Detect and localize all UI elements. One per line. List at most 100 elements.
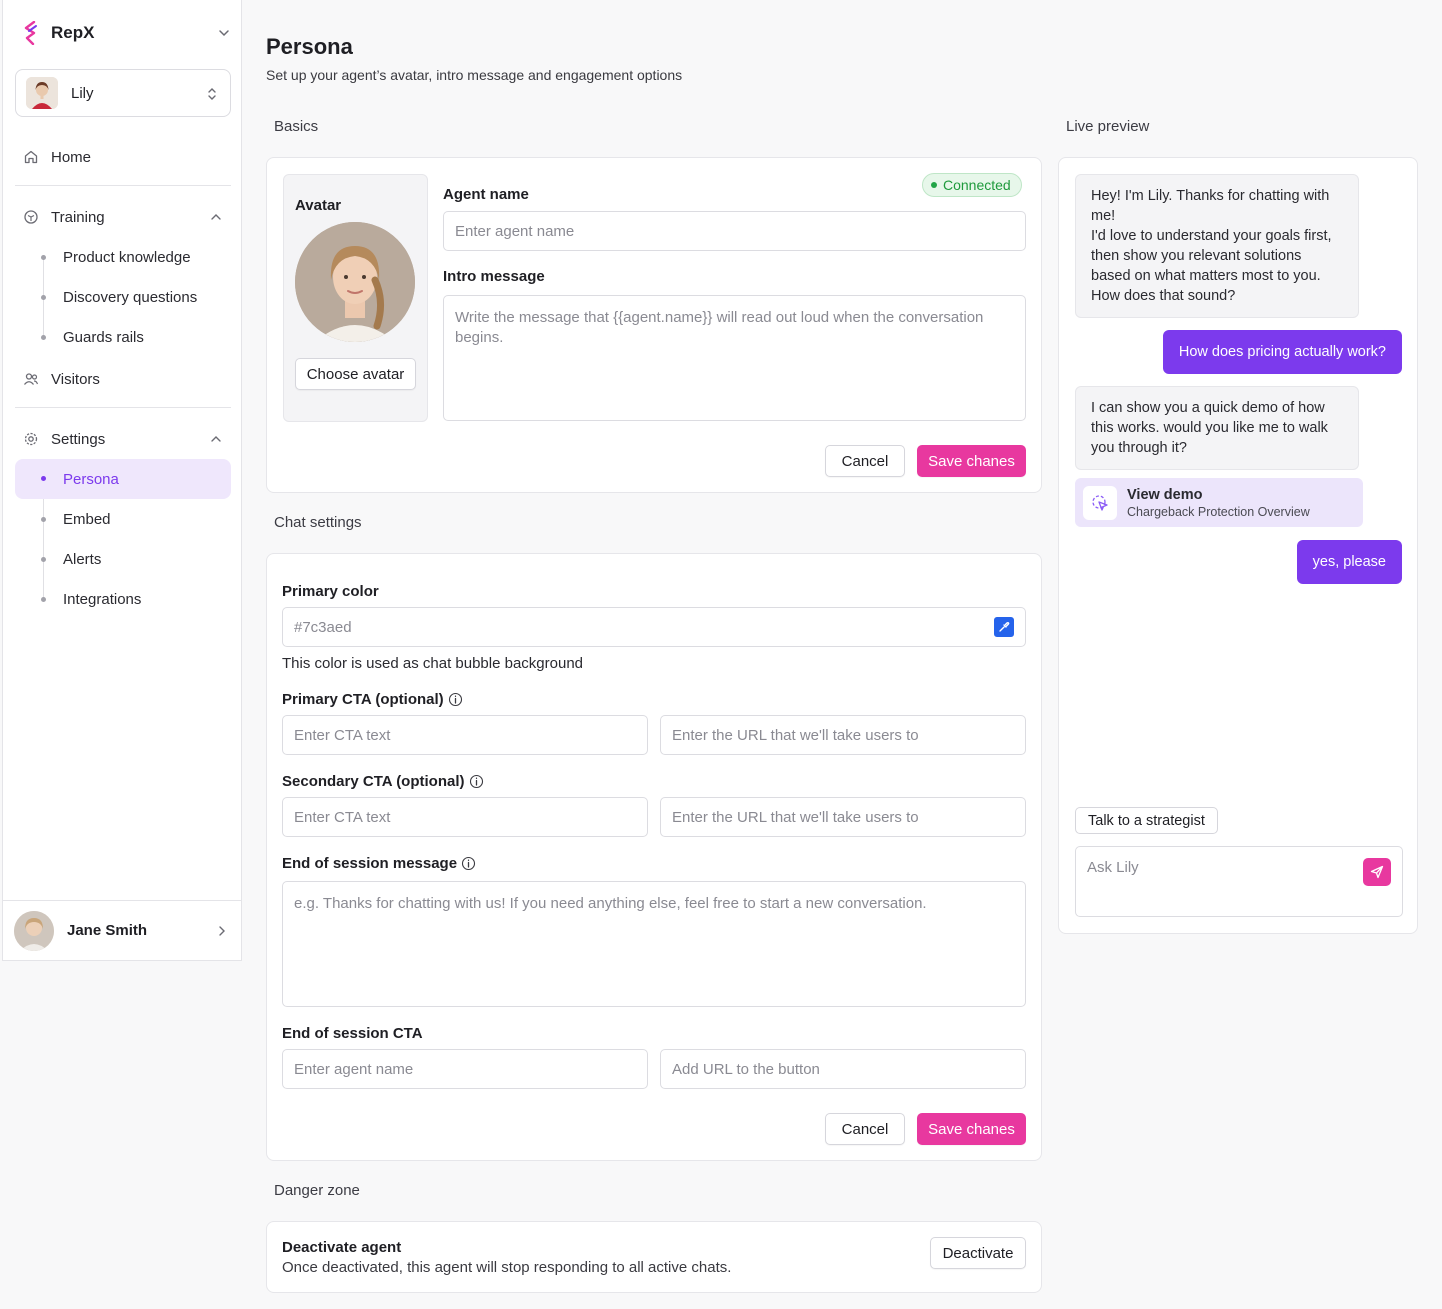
secondary-cta-label-text: Secondary CTA (optional)	[282, 773, 465, 790]
user-menu[interactable]: Jane Smith	[3, 900, 242, 960]
end-cta-text-field[interactable]: Enter agent name	[282, 1049, 648, 1089]
save-button[interactable]: Save chanes	[917, 1113, 1026, 1145]
info-icon[interactable]	[448, 692, 463, 707]
primary-cta-label-text: Primary CTA (optional)	[282, 691, 444, 708]
end-message-label-text: End of session message	[282, 855, 458, 872]
avatar	[14, 910, 54, 951]
end-cta-label: End of session CTA	[282, 1025, 423, 1042]
user-name: Jane Smith	[67, 922, 148, 939]
chat-input-placeholder: Ask Lily	[1087, 859, 1139, 876]
section-danger-zone: Danger zone	[274, 1182, 360, 1199]
status-badge-label: Connected	[943, 177, 1011, 193]
choose-avatar-button[interactable]: Choose avatar	[295, 358, 416, 390]
sidebar-item-label: Alerts	[63, 550, 102, 568]
sidebar-item-label: Product knowledge	[63, 248, 191, 266]
divider	[15, 407, 231, 408]
sidebar-item-label: Persona	[63, 470, 119, 488]
demo-subtitle: Chargeback Protection Overview	[1127, 504, 1310, 519]
preview-card: Hey! I'm Lily. Thanks for chatting with …	[1058, 157, 1418, 934]
page-subtitle: Set up your agent’s avatar, intro messag…	[266, 67, 683, 83]
primary-color-field[interactable]: #7c3aed	[282, 607, 1026, 647]
sidebar-item-alerts[interactable]: Alerts	[15, 540, 231, 578]
page-title: Persona	[266, 34, 353, 59]
bullet	[41, 476, 46, 481]
intro-message-field[interactable]: Write the message that {{agent.name}} wi…	[443, 295, 1026, 421]
status-badge: Connected	[922, 173, 1022, 197]
send-icon[interactable]	[1363, 858, 1391, 886]
bullet	[41, 295, 46, 300]
deactivate-description: Once deactivated, this agent will stop r…	[282, 1259, 732, 1276]
intro-message-label: Intro message	[443, 268, 545, 285]
avatar-panel: Avatar Choose avatar	[283, 174, 428, 422]
save-button[interactable]: Save chanes	[917, 445, 1026, 477]
brand-name: RepX	[51, 23, 95, 42]
demo-title: View demo	[1127, 486, 1203, 503]
avatar-label: Avatar	[295, 197, 342, 214]
primary-cta-text-field[interactable]: Enter CTA text	[282, 715, 648, 755]
bullet	[41, 557, 46, 562]
nav-training-label: Training	[51, 208, 105, 226]
sidebar-item-integrations[interactable]: Integrations	[15, 580, 231, 618]
quick-reply-button[interactable]: Talk to a strategist	[1075, 807, 1218, 834]
chevron-right-icon	[216, 924, 228, 938]
secondary-cta-url-field[interactable]: Enter the URL that we'll take users to	[660, 797, 1026, 837]
nav-training[interactable]: Training	[23, 205, 229, 229]
eyedropper-icon[interactable]	[994, 617, 1014, 637]
agent-avatar	[26, 77, 58, 109]
deactivate-button[interactable]: Deactivate	[930, 1237, 1026, 1269]
sidebar-item-product-knowledge[interactable]: Product knowledge	[15, 238, 231, 276]
cancel-button[interactable]: Cancel	[825, 445, 905, 477]
view-demo-card[interactable]: View demo Chargeback Protection Overview	[1075, 478, 1363, 527]
chat-input[interactable]: Ask Lily	[1075, 846, 1403, 917]
section-live-preview: Live preview	[1066, 118, 1150, 135]
primary-cta-url-field[interactable]: Enter the URL that we'll take users to	[660, 715, 1026, 755]
section-chat-settings: Chat settings	[274, 514, 362, 531]
agent-name-field[interactable]: Enter agent name	[443, 211, 1026, 251]
primary-color-value: #7c3aed	[294, 618, 352, 636]
section-basics: Basics	[274, 118, 319, 135]
primary-cta-label: Primary CTA (optional)	[282, 691, 463, 708]
user-message: How does pricing actually work?	[1162, 330, 1402, 374]
bullet	[41, 335, 46, 340]
repx-logo-icon	[21, 20, 41, 46]
sidebar-item-label: Discovery questions	[63, 288, 198, 306]
divider	[15, 185, 231, 186]
info-icon[interactable]	[461, 856, 476, 871]
end-message-label: End of session message	[282, 855, 476, 872]
sidebar: RepX Lily Home Training Product knowledg…	[2, 0, 242, 961]
danger-card: Deactivate agent Once deactivated, this …	[266, 1221, 1042, 1293]
bullet	[41, 597, 46, 602]
nav-settings[interactable]: Settings	[23, 427, 229, 451]
info-icon[interactable]	[469, 774, 484, 789]
end-message-field[interactable]: e.g. Thanks for chatting with us! If you…	[282, 881, 1026, 1007]
bullet	[41, 517, 46, 522]
secondary-cta-label: Secondary CTA (optional)	[282, 773, 484, 790]
sidebar-item-persona[interactable]: Persona	[15, 459, 231, 499]
chevron-up-icon	[209, 432, 223, 446]
bullet	[41, 255, 46, 260]
basics-card: Avatar Choose avatar Connected Agent nam…	[266, 157, 1042, 493]
bot-message: Hey! I'm Lily. Thanks for chatting with …	[1075, 174, 1359, 318]
nav-visitors[interactable]: Visitors	[23, 367, 229, 391]
sidebar-item-discovery-questions[interactable]: Discovery questions	[15, 278, 231, 316]
visitors-icon	[23, 371, 39, 387]
deactivate-title: Deactivate agent	[282, 1239, 402, 1256]
sidebar-item-label: Guards rails	[63, 328, 144, 346]
primary-color-label: Primary color	[282, 583, 379, 600]
brand[interactable]: RepX	[21, 20, 231, 46]
sidebar-item-embed[interactable]: Embed	[15, 500, 231, 538]
sidebar-item-label: Embed	[63, 510, 111, 528]
sidebar-item-guards-rails[interactable]: Guards rails	[15, 318, 231, 356]
cancel-button[interactable]: Cancel	[825, 1113, 905, 1145]
nav-home[interactable]: Home	[23, 145, 229, 169]
nav-visitors-label: Visitors	[51, 370, 100, 388]
gear-icon	[23, 431, 39, 447]
cursor-click-icon	[1083, 485, 1117, 520]
primary-color-help: This color is used as chat bubble backgr…	[282, 655, 584, 672]
secondary-cta-text-field[interactable]: Enter CTA text	[282, 797, 648, 837]
end-cta-url-field[interactable]: Add URL to the button	[660, 1049, 1026, 1089]
agent-selector[interactable]: Lily	[15, 69, 231, 117]
chevron-down-icon[interactable]	[217, 26, 231, 40]
user-message: yes, please	[1296, 540, 1402, 584]
home-icon	[23, 149, 39, 165]
